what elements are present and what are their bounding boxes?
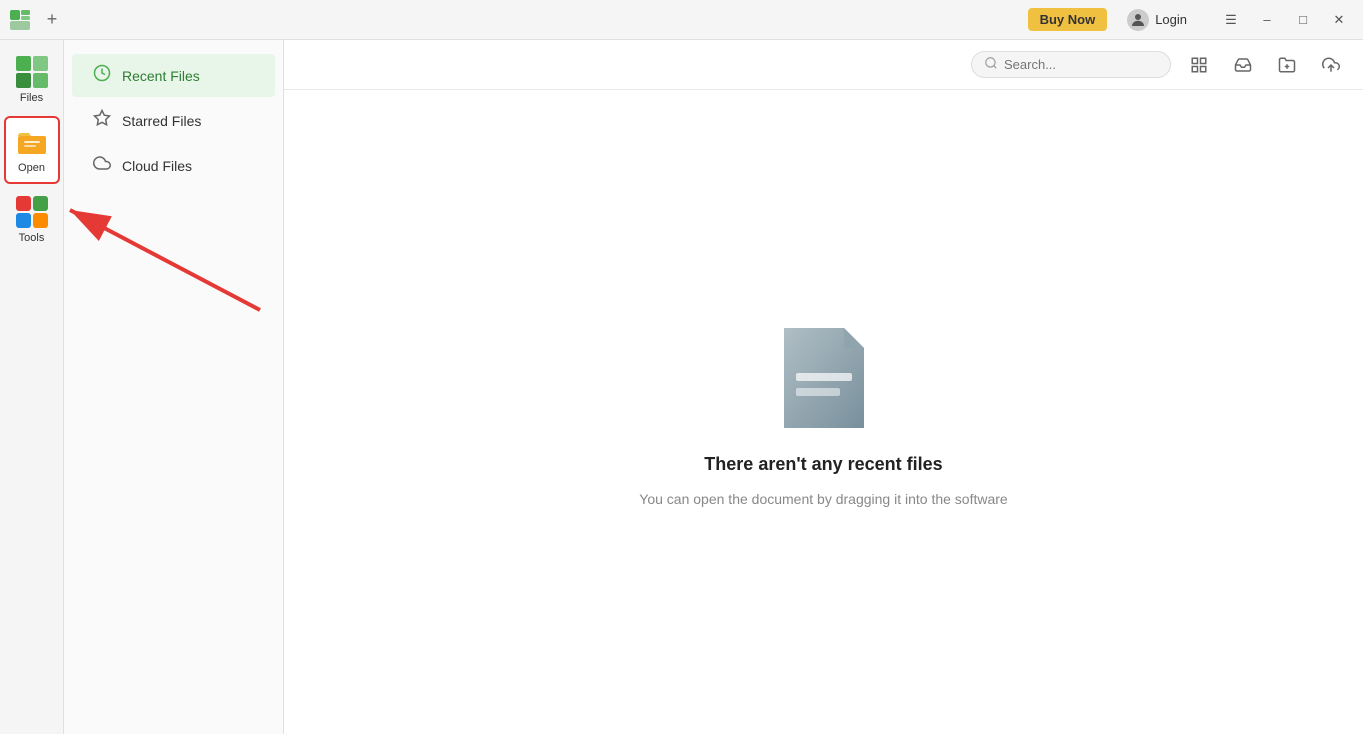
inbox-button[interactable]	[1227, 49, 1259, 81]
tools-icon	[16, 196, 48, 228]
files-icon	[16, 56, 48, 88]
empty-title: There aren't any recent files	[704, 454, 942, 475]
cloud-icon	[92, 154, 112, 177]
app-wrapper: Files Open	[0, 40, 1363, 734]
sidebar-item-files[interactable]: Files	[4, 48, 60, 112]
grid-view-button[interactable]	[1183, 49, 1215, 81]
grid-icon	[1190, 56, 1208, 74]
main-content: There aren't any recent files You can op…	[284, 40, 1363, 734]
titlebar-right: Buy Now Login ☰ – □ ✕	[1028, 5, 1355, 35]
empty-subtitle: You can open the document by dragging it…	[639, 491, 1007, 507]
titlebar: + Buy Now Login ☰ – □ ✕	[0, 0, 1363, 40]
search-input[interactable]	[1004, 57, 1158, 72]
app-logo	[8, 8, 32, 32]
inbox-icon	[1234, 56, 1252, 74]
upload-button[interactable]	[1315, 49, 1347, 81]
star-icon	[92, 109, 112, 132]
open-label: Open	[18, 162, 45, 174]
minimize-button[interactable]: –	[1251, 6, 1283, 34]
menu-button[interactable]: ☰	[1215, 6, 1247, 34]
close-button[interactable]: ✕	[1323, 6, 1355, 34]
sidebar-item-tools[interactable]: Tools	[4, 188, 60, 252]
maximize-button[interactable]: □	[1287, 6, 1319, 34]
empty-file-icon	[774, 318, 874, 438]
folder-add-button[interactable]	[1271, 49, 1303, 81]
clock-icon	[92, 64, 112, 87]
search-icon	[984, 56, 998, 73]
folder-add-icon	[1278, 56, 1296, 74]
user-icon	[1127, 9, 1149, 31]
nav-item-cloud[interactable]: Cloud Files	[72, 144, 275, 187]
recent-files-label: Recent Files	[122, 68, 200, 84]
nav-item-starred[interactable]: Starred Files	[72, 99, 275, 142]
login-area[interactable]: Login	[1119, 5, 1195, 35]
cloud-files-label: Cloud Files	[122, 158, 192, 174]
empty-state: There aren't any recent files You can op…	[284, 90, 1363, 734]
app-body: Files Open	[0, 40, 1363, 734]
search-box[interactable]	[971, 51, 1171, 78]
open-icon	[16, 126, 48, 158]
login-label: Login	[1155, 12, 1187, 27]
window-controls: ☰ – □ ✕	[1215, 6, 1355, 34]
titlebar-left: +	[8, 8, 64, 32]
tools-label: Tools	[19, 232, 45, 244]
starred-files-label: Starred Files	[122, 113, 201, 129]
icon-sidebar: Files Open	[0, 40, 64, 734]
files-label: Files	[20, 92, 43, 104]
nav-sidebar: Recent Files Starred Files Cloud Files	[64, 40, 284, 734]
new-tab-button[interactable]: +	[40, 8, 64, 32]
nav-item-recent[interactable]: Recent Files	[72, 54, 275, 97]
buy-now-button[interactable]: Buy Now	[1028, 8, 1108, 31]
upload-icon	[1322, 56, 1340, 74]
sidebar-item-open[interactable]: Open	[4, 116, 60, 184]
main-toolbar	[284, 40, 1363, 90]
